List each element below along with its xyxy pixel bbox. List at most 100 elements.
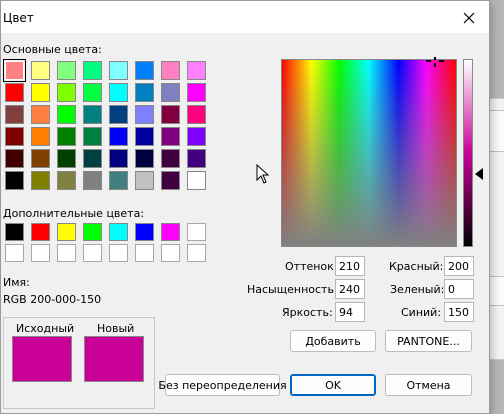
no-override-button[interactable]: Без переопределения bbox=[158, 374, 287, 396]
close-button[interactable] bbox=[453, 5, 485, 31]
basic-color-swatch[interactable] bbox=[161, 83, 180, 102]
red-input[interactable] bbox=[444, 256, 474, 276]
original-color-swatch[interactable] bbox=[12, 336, 72, 382]
add-to-custom-button[interactable]: Добавить bbox=[290, 330, 376, 352]
basic-color-swatch[interactable] bbox=[109, 149, 128, 168]
color-dialog: Цвет Основные цвета: Дополнительные цвет… bbox=[0, 0, 490, 414]
close-icon bbox=[463, 12, 475, 24]
basic-color-swatch[interactable] bbox=[187, 83, 206, 102]
basic-color-swatch[interactable] bbox=[83, 149, 102, 168]
custom-color-swatch[interactable] bbox=[109, 223, 128, 241]
custom-color-swatch[interactable] bbox=[5, 244, 24, 262]
basic-color-swatch[interactable] bbox=[31, 171, 50, 190]
basic-color-swatch[interactable] bbox=[83, 105, 102, 124]
basic-color-swatch[interactable] bbox=[57, 83, 76, 102]
basic-color-swatch[interactable] bbox=[187, 61, 206, 80]
custom-color-swatch[interactable] bbox=[135, 244, 154, 262]
basic-color-swatch[interactable] bbox=[187, 149, 206, 168]
hue-label: Оттенок: bbox=[285, 260, 338, 273]
crosshair-icon bbox=[426, 57, 444, 67]
basic-color-swatch[interactable] bbox=[31, 61, 50, 80]
pantone-button[interactable]: PANTONE... bbox=[385, 330, 472, 352]
hue-input[interactable] bbox=[335, 256, 365, 276]
basic-color-swatch[interactable] bbox=[135, 127, 154, 146]
custom-color-swatch[interactable] bbox=[161, 223, 180, 241]
basic-color-swatch[interactable] bbox=[83, 127, 102, 146]
basic-color-swatch[interactable] bbox=[161, 171, 180, 190]
basic-color-swatch[interactable] bbox=[57, 127, 76, 146]
custom-color-swatch[interactable] bbox=[31, 223, 50, 241]
color-spectrum[interactable] bbox=[281, 59, 457, 247]
original-color-label: Исходный bbox=[16, 322, 75, 335]
basic-color-swatch[interactable] bbox=[161, 127, 180, 146]
luminance-slider-arrow-icon[interactable] bbox=[475, 168, 483, 180]
green-input[interactable] bbox=[444, 279, 474, 299]
custom-color-swatch[interactable] bbox=[187, 244, 206, 262]
basic-color-swatch[interactable] bbox=[57, 149, 76, 168]
basic-color-swatch[interactable] bbox=[3, 59, 26, 82]
custom-colors-label: Дополнительные цвета: bbox=[3, 207, 145, 220]
basic-color-swatch[interactable] bbox=[5, 149, 24, 168]
basic-color-swatch[interactable] bbox=[57, 61, 76, 80]
basic-color-swatch[interactable] bbox=[31, 83, 50, 102]
luminance-input[interactable] bbox=[335, 302, 365, 322]
basic-color-swatch[interactable] bbox=[57, 171, 76, 190]
basic-color-swatch[interactable] bbox=[187, 105, 206, 124]
luminance-bar[interactable] bbox=[463, 59, 473, 247]
basic-color-swatch[interactable] bbox=[5, 127, 24, 146]
basic-color-swatch[interactable] bbox=[5, 105, 24, 124]
dialog-title: Цвет bbox=[3, 11, 34, 25]
basic-color-swatch[interactable] bbox=[83, 83, 102, 102]
basic-color-swatch[interactable] bbox=[161, 61, 180, 80]
luminance-label: Яркость: bbox=[282, 306, 333, 319]
custom-color-swatch[interactable] bbox=[83, 223, 102, 241]
basic-color-swatch[interactable] bbox=[109, 171, 128, 190]
new-color-label: Новый bbox=[97, 322, 135, 335]
basic-color-swatch[interactable] bbox=[31, 149, 50, 168]
custom-color-swatch[interactable] bbox=[5, 223, 24, 241]
basic-color-swatch[interactable] bbox=[135, 171, 154, 190]
saturation-label: Насыщенность: bbox=[247, 283, 338, 296]
custom-color-swatch[interactable] bbox=[31, 244, 50, 262]
basic-color-swatch[interactable] bbox=[135, 149, 154, 168]
basic-color-swatch[interactable] bbox=[109, 127, 128, 146]
basic-color-swatch[interactable] bbox=[109, 83, 128, 102]
custom-color-swatch[interactable] bbox=[161, 244, 180, 262]
custom-color-swatch[interactable] bbox=[109, 244, 128, 262]
basic-color-swatch[interactable] bbox=[187, 127, 206, 146]
basic-color-swatch[interactable] bbox=[161, 105, 180, 124]
cancel-button[interactable]: Отмена bbox=[385, 374, 472, 396]
basic-color-swatch[interactable] bbox=[31, 127, 50, 146]
saturation-input[interactable] bbox=[335, 279, 365, 299]
custom-color-swatch[interactable] bbox=[57, 223, 76, 241]
custom-color-swatch[interactable] bbox=[135, 223, 154, 241]
ok-button[interactable]: OK bbox=[290, 374, 376, 396]
new-color-swatch bbox=[84, 336, 144, 382]
green-label: Зеленый: bbox=[390, 283, 445, 296]
basic-color-swatch[interactable] bbox=[109, 61, 128, 80]
basic-color-swatch[interactable] bbox=[135, 105, 154, 124]
basic-color-swatch[interactable] bbox=[83, 171, 102, 190]
basic-color-swatch[interactable] bbox=[83, 61, 102, 80]
title-bar: Цвет bbox=[1, 1, 489, 33]
basic-color-swatch[interactable] bbox=[57, 105, 76, 124]
custom-color-swatch[interactable] bbox=[187, 223, 206, 241]
basic-color-swatch[interactable] bbox=[109, 105, 128, 124]
basic-color-swatch[interactable] bbox=[5, 171, 24, 190]
basic-colors-label: Основные цвета: bbox=[3, 43, 102, 56]
custom-color-swatch[interactable] bbox=[57, 244, 76, 262]
basic-color-swatch[interactable] bbox=[135, 83, 154, 102]
basic-color-swatch[interactable] bbox=[187, 171, 206, 190]
basic-color-swatch[interactable] bbox=[161, 149, 180, 168]
blue-label: Синий: bbox=[401, 306, 442, 319]
blue-input[interactable] bbox=[444, 302, 474, 322]
basic-color-swatch[interactable] bbox=[135, 61, 154, 80]
name-label: Имя: bbox=[3, 276, 30, 289]
custom-colors-grid bbox=[5, 223, 206, 262]
basic-color-swatch[interactable] bbox=[31, 105, 50, 124]
mouse-cursor-icon bbox=[256, 164, 270, 184]
basic-colors-grid bbox=[3, 59, 206, 190]
basic-color-swatch[interactable] bbox=[5, 83, 24, 102]
custom-color-swatch[interactable] bbox=[83, 244, 102, 262]
color-compare-panel: Исходный Новый bbox=[3, 317, 155, 409]
